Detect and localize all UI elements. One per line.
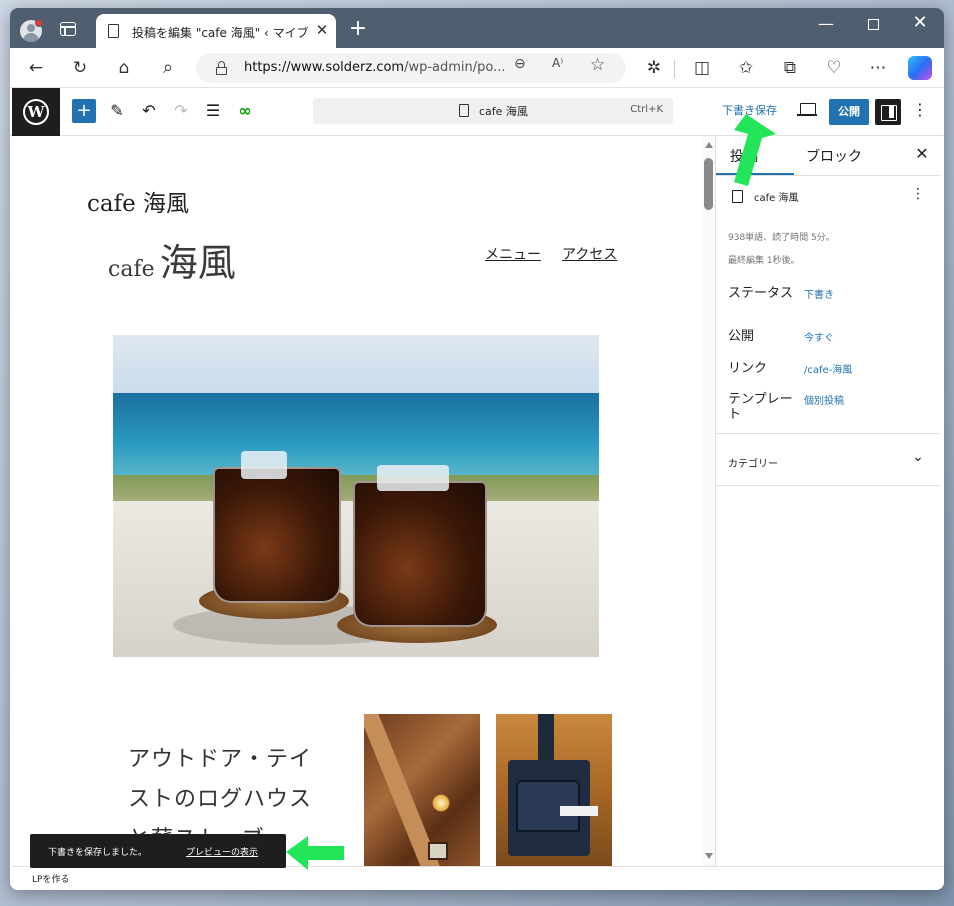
last-edited: 最終編集 1秒後。 (728, 256, 800, 266)
link-label: リンク (728, 361, 768, 376)
block-breadcrumb-bar: LPを作る (12, 866, 944, 890)
status-label: ステータス (728, 286, 794, 301)
nav-link-menu[interactable]: メニュー (485, 244, 541, 264)
performance-icon[interactable]: ♡ (822, 56, 846, 80)
snackbar-notice: 下書きを保存しました。 プレビューの表示 (30, 834, 286, 868)
divider (716, 433, 940, 434)
tab-block[interactable]: ブロック (806, 146, 862, 166)
publish-button[interactable]: 公開 (829, 99, 869, 125)
preview-icon[interactable] (797, 103, 817, 116)
tab-title: 投稿を編集 "cafe 海風" ‹ マイブログ (132, 26, 310, 40)
notification-dot (35, 19, 43, 27)
post-title[interactable]: cafe 海風 (87, 184, 189, 218)
wood-stove-image[interactable] (496, 714, 612, 866)
extensions-icon[interactable]: ✲ (642, 56, 666, 80)
wordpress-logo-icon[interactable]: W (12, 88, 60, 136)
window-close-button[interactable]: ✕ (910, 12, 930, 33)
publish-value[interactable]: 今すぐ (804, 329, 834, 344)
annotation-arrow-save-icon (734, 114, 776, 186)
tab-close-icon[interactable]: ✕ (313, 21, 331, 39)
template-value[interactable]: 個別投稿 (804, 392, 844, 407)
divider (716, 485, 940, 486)
site-logo-title[interactable]: cafe 海風 (108, 232, 236, 287)
command-title: cafe 海風 (479, 105, 528, 118)
favorites-icon[interactable]: ✩ (734, 56, 758, 80)
canvas-scrollbar[interactable] (702, 136, 716, 866)
editor-header: W + ✎ ↶ ↷ ☰ ∞ cafe 海風 Ctrl+K 下書き保存 公開 ⋮ (10, 88, 944, 136)
log-cabin-image[interactable] (364, 714, 480, 866)
link-value[interactable]: /cafe-海風 (804, 361, 852, 376)
address-bar[interactable]: https://www.solderz.com/wp-admin/po... ⊖… (196, 53, 626, 83)
back-icon[interactable]: ← (24, 56, 48, 80)
browser-window: 投稿を編集 "cafe 海風" ‹ マイブログ ✕ + — ✕ ← ↻ ⌂ ⌕ … (10, 8, 944, 890)
word-count: 938単語、読了時間 5分。 (728, 233, 835, 243)
close-sidebar-icon[interactable]: ✕ (912, 144, 932, 163)
publish-label: 公開 (728, 329, 755, 344)
collections-icon[interactable]: ⧉ (778, 56, 802, 80)
redo-icon[interactable]: ↷ (170, 100, 192, 122)
editor-canvas[interactable]: cafe 海風 cafe 海風 メニュー アクセス アウトドア・テイストのログハ… (12, 136, 702, 866)
template-label: テンプレート (728, 392, 793, 422)
edit-tool-icon[interactable]: ✎ (106, 100, 128, 122)
refresh-icon[interactable]: ↻ (68, 56, 92, 80)
breadcrumb[interactable]: LPを作る (32, 872, 69, 885)
category-panel-label[interactable]: カテゴリー (728, 455, 778, 470)
copilot-icon[interactable] (908, 56, 932, 80)
document-icon (459, 104, 469, 117)
zoom-icon[interactable]: ⊖ (514, 56, 526, 72)
undo-icon[interactable]: ↶ (138, 100, 160, 122)
settings-sidebar: 投稿 ブロック ✕ cafe 海風 ⋮ 938単語、読了時間 5分。 最終編集 … (715, 136, 940, 866)
new-tab-button[interactable]: + (346, 16, 370, 41)
toolbar-divider (674, 60, 675, 78)
status-value[interactable]: 下書き (804, 286, 834, 301)
favorite-icon[interactable]: ☆ (590, 55, 605, 75)
options-menu-icon[interactable]: ⋮ (910, 100, 930, 119)
tab-strip: 投稿を編集 "cafe 海風" ‹ マイブログ ✕ + — ✕ (10, 8, 944, 48)
maximize-button[interactable] (868, 19, 879, 30)
lock-icon[interactable] (216, 61, 227, 75)
scroll-down-arrow-icon[interactable] (705, 853, 713, 859)
search-icon[interactable]: ⌕ (156, 56, 180, 80)
url-text[interactable]: https://www.solderz.com/wp-admin/po... (244, 60, 514, 75)
document-outline-icon[interactable]: ☰ (202, 100, 224, 122)
tab-actions-icon[interactable] (60, 22, 76, 36)
settings-panel-toggle-icon[interactable] (875, 99, 901, 125)
split-screen-icon[interactable]: ◫ (690, 56, 714, 80)
read-aloud-icon[interactable]: A⁾ (552, 56, 563, 70)
minimize-button[interactable]: — (816, 14, 836, 33)
chevron-down-icon[interactable]: ⌄ (910, 449, 926, 465)
snackbar-message: 下書きを保存しました。 (48, 848, 148, 858)
add-block-button[interactable]: + (72, 99, 96, 123)
command-shortcut: Ctrl+K (630, 104, 663, 115)
browser-toolbar: ← ↻ ⌂ ⌕ https://www.solderz.com/wp-admin… (10, 48, 944, 88)
post-actions-icon[interactable]: ⋮ (910, 186, 926, 202)
page-icon (108, 24, 119, 38)
more-icon[interactable]: ⋯ (866, 56, 890, 80)
nav-link-access[interactable]: アクセス (562, 244, 617, 264)
browser-tab-active[interactable]: 投稿を編集 "cafe 海風" ‹ マイブログ ✕ (96, 14, 336, 48)
hero-image-iced-coffee[interactable] (113, 335, 599, 657)
jetpack-icon[interactable]: ∞ (234, 100, 256, 122)
view-preview-link[interactable]: プレビューの表示 (186, 845, 258, 858)
home-icon[interactable]: ⌂ (112, 56, 136, 80)
annotation-arrow-preview-icon (286, 836, 344, 870)
command-palette[interactable]: cafe 海風 Ctrl+K (313, 98, 673, 124)
